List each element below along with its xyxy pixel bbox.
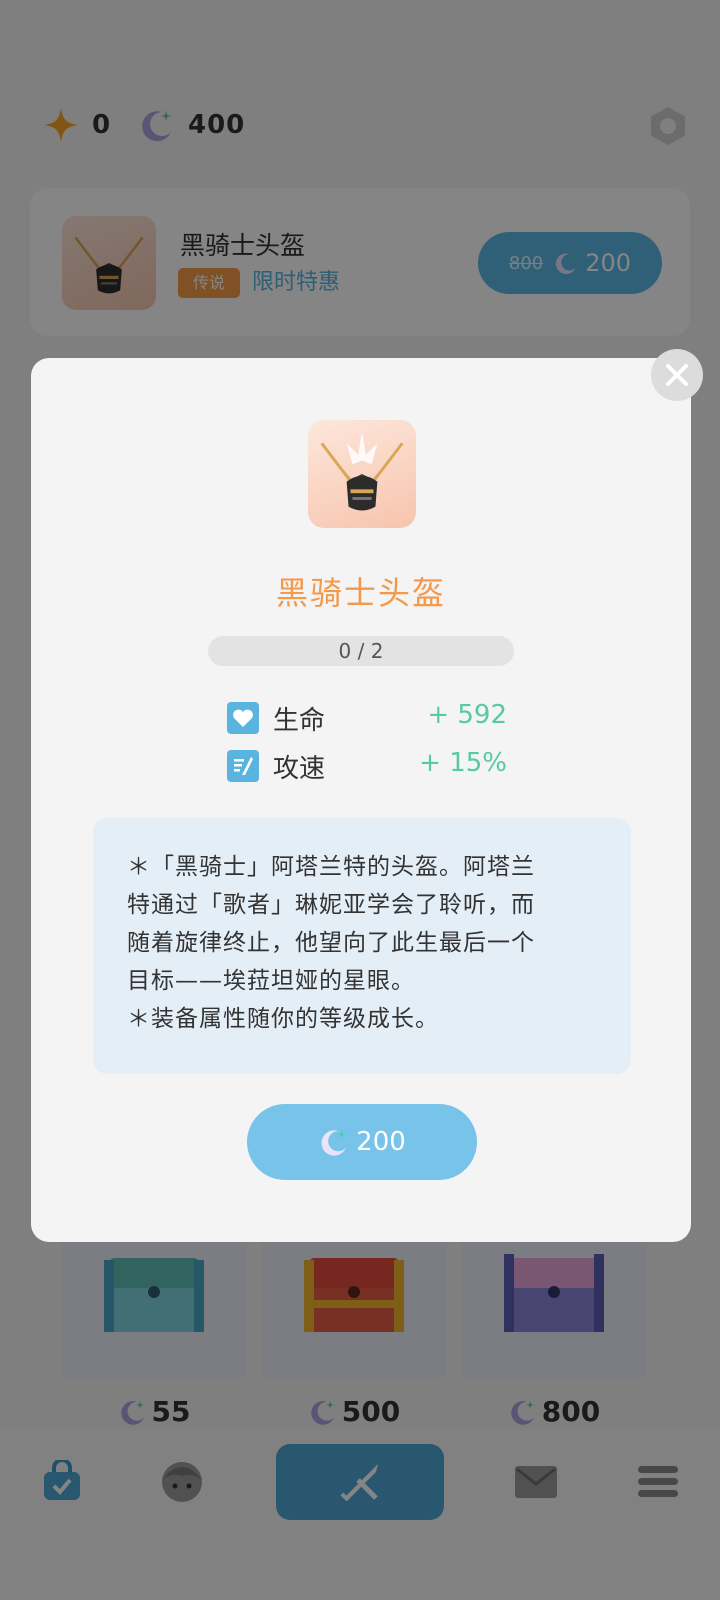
close-button[interactable] xyxy=(651,349,703,401)
description-line: 随着旋律终止，他望向了此生最后一个 xyxy=(127,930,535,956)
buy-button[interactable]: 200 xyxy=(247,1104,477,1180)
close-icon xyxy=(666,364,688,386)
buy-price: 200 xyxy=(356,1127,406,1157)
upgrade-progress: 0 / 2 xyxy=(208,636,514,666)
item-name: 黑骑士头盔 xyxy=(275,574,446,612)
moon-icon xyxy=(321,1130,346,1156)
stat-row-hp: 生命 + 592 xyxy=(227,698,507,738)
description-line: ＊「黑骑士」阿塔兰特的头盔。阿塔兰 xyxy=(127,854,535,880)
item-icon xyxy=(308,420,416,528)
stat-row-attack-speed: 攻速 + 15% xyxy=(227,746,507,786)
heart-icon xyxy=(227,702,259,734)
description-line: ＊装备属性随你的等级成长。 xyxy=(127,1006,439,1032)
stat-value: + 592 xyxy=(427,700,507,730)
shop-page: 0 400 黑骑士头盔 传说 限时特惠 800 200 55 500 800 黑… xyxy=(0,0,720,1600)
description-line: 目标——埃菈坦娅的星眼。 xyxy=(127,968,415,994)
stat-label: 生命 xyxy=(273,706,326,736)
description-line: 特通过「歌者」琳妮亚学会了聆听，而 xyxy=(127,892,535,918)
stat-label: 攻速 xyxy=(273,754,326,784)
stat-value: + 15% xyxy=(419,748,507,778)
helmet-icon xyxy=(320,431,404,511)
item-description: ＊「黑骑士」阿塔兰特的头盔。阿塔兰 特通过「歌者」琳妮亚学会了聆听，而 随着旋律… xyxy=(93,818,631,1074)
attack-speed-icon xyxy=(227,750,259,782)
item-detail-modal: 黑骑士头盔 0 / 2 生命 + 592 攻速 + 15% ＊「黑骑士」阿塔兰特… xyxy=(31,358,691,1242)
